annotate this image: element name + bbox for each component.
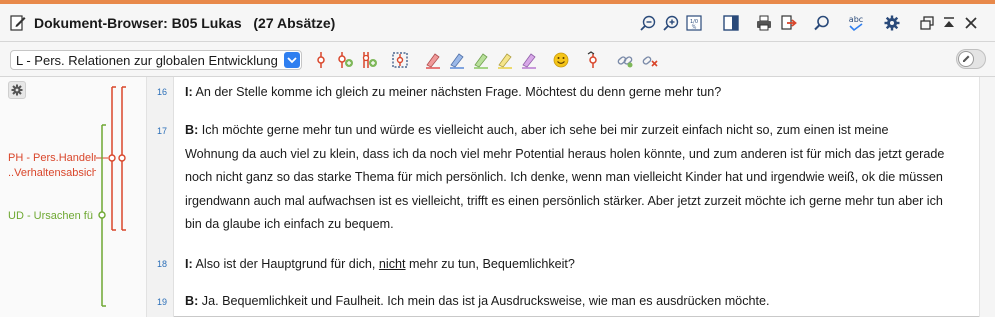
paragraph-line: Wohnung da auch viel zu klein, dass ich … bbox=[185, 146, 945, 161]
export-icon[interactable] bbox=[778, 13, 798, 33]
code-label-ph[interactable]: PH - Pers.Handelr bbox=[8, 152, 96, 164]
svg-text:%: % bbox=[692, 25, 697, 31]
code-select-dropdown[interactable]: L - Pers. Relationen zur globalen Entwic… bbox=[10, 50, 302, 70]
paragraph-text: mehr zu tun, Bequemlichkeit? bbox=[405, 257, 575, 271]
paragraph-number[interactable]: 17 bbox=[147, 126, 167, 136]
speaker-label: B: bbox=[185, 123, 199, 137]
paragraph-text: Also ist der Hauptgrund für dich, bbox=[192, 257, 379, 271]
collapse-icon[interactable] bbox=[939, 13, 959, 33]
code-select-icon[interactable] bbox=[391, 51, 409, 69]
settings-gear-icon[interactable] bbox=[882, 13, 902, 33]
print-icon[interactable] bbox=[754, 13, 774, 33]
restore-window-icon[interactable] bbox=[917, 13, 937, 33]
code-label-ud[interactable]: UD - Ursachen fü bbox=[8, 210, 96, 222]
highlight-green-icon[interactable] bbox=[472, 51, 490, 69]
vertical-scrollbar[interactable] bbox=[979, 77, 995, 317]
zoom-out-icon[interactable] bbox=[638, 13, 658, 33]
paragraph-19[interactable]: B: Ja. Bequemlichkeit und Faulheit. Ich … bbox=[185, 290, 970, 314]
code-panel-settings-button[interactable] bbox=[8, 81, 26, 99]
code-stripes bbox=[96, 86, 126, 307]
zoom-in-icon[interactable] bbox=[661, 13, 681, 33]
chevron-down-icon[interactable] bbox=[284, 52, 300, 68]
paragraph-text: Ja. Bequemlichkeit und Faulheit. Ich mei… bbox=[198, 294, 770, 308]
document-edit-icon bbox=[10, 14, 26, 31]
code-stripe-ud[interactable] bbox=[98, 124, 106, 307]
code-stripe-verhaltensabsicht[interactable] bbox=[118, 86, 126, 231]
paragraph-line: noch nicht ganz so das starke Thema für … bbox=[185, 170, 943, 184]
underlined-word: nicht bbox=[378, 257, 406, 271]
search-icon[interactable] bbox=[812, 13, 832, 33]
edit-mode-toggle[interactable] bbox=[956, 49, 986, 69]
highlight-blue-icon[interactable] bbox=[448, 51, 466, 69]
paragraph-line: irgendwann auch mal aufwachsen ist es vi… bbox=[185, 193, 943, 208]
paragraph-number[interactable]: 16 bbox=[147, 87, 167, 97]
code-select-value: L - Pers. Relationen zur globalen Entwic… bbox=[16, 53, 278, 68]
paragraph-17[interactable]: B: Ich möchte gerne mehr tun und würde e… bbox=[185, 119, 970, 237]
close-icon[interactable] bbox=[961, 13, 981, 33]
paragraph-text: An der Stelle komme ich gleich zu meiner… bbox=[192, 85, 722, 99]
svg-text:abc: abc bbox=[849, 15, 863, 24]
speaker-label: I: bbox=[185, 257, 193, 271]
highlight-yellow-icon[interactable] bbox=[496, 51, 514, 69]
paragraph-18[interactable]: I: Also ist der Hauptgrund für dich, nic… bbox=[185, 253, 970, 277]
code-stripe-ph[interactable] bbox=[96, 86, 116, 231]
code-label-verhaltensabsicht[interactable]: ..Verhaltensabsich bbox=[8, 167, 96, 179]
speaker-label: I: bbox=[185, 85, 193, 99]
window-title: Dokument-Browser: B05 Lukas (27 Absätze) bbox=[34, 15, 336, 31]
highlight-red-icon[interactable] bbox=[424, 51, 442, 69]
panel-icon[interactable] bbox=[721, 13, 741, 33]
font-size-icon[interactable]: 1/0% bbox=[684, 13, 704, 33]
emoticon-icon[interactable] bbox=[552, 51, 570, 69]
link-icon[interactable] bbox=[616, 51, 634, 69]
gear-icon bbox=[11, 84, 23, 96]
paragraph-number[interactable]: 18 bbox=[147, 259, 167, 269]
paragraph-number[interactable]: 19 bbox=[147, 297, 167, 307]
paragraph-line: Ich möchte gerne mehr tun und würde es v… bbox=[198, 123, 889, 137]
code-icon[interactable] bbox=[312, 51, 330, 69]
unlink-icon[interactable] bbox=[641, 51, 659, 69]
pencil-icon bbox=[958, 51, 974, 67]
code-recent-icon[interactable] bbox=[360, 51, 378, 69]
code-remove-icon[interactable] bbox=[584, 51, 602, 69]
paragraph-16[interactable]: I: An der Stelle komme ich gleich zu mei… bbox=[185, 81, 970, 105]
paragraph-number-column bbox=[147, 77, 174, 317]
spellcheck-icon[interactable]: abc bbox=[846, 13, 866, 33]
title-bar: Dokument-Browser: B05 Lukas (27 Absätze)… bbox=[0, 4, 995, 42]
speaker-label: B: bbox=[185, 294, 199, 308]
highlight-purple-icon[interactable] bbox=[520, 51, 538, 69]
paragraph-line: bin da glaube ich einfach zu bequem. bbox=[185, 217, 394, 231]
code-in-vivo-icon[interactable] bbox=[336, 51, 354, 69]
